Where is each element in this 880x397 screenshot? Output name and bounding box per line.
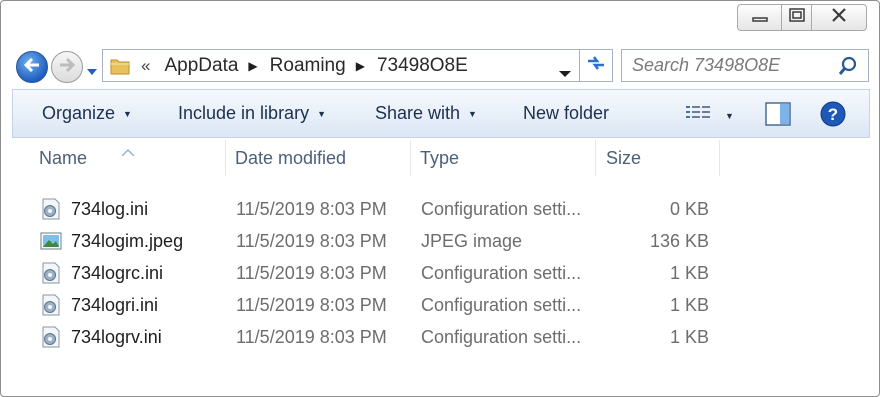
include-in-library-label: Include in library [178,103,310,123]
file-name[interactable]: 734logrv.ini [71,327,162,348]
caret-down-icon: ▼ [317,108,326,119]
column-divider[interactable] [225,140,226,176]
file-name[interactable]: 734logri.ini [71,295,158,316]
recent-pages-dropdown[interactable] [87,63,97,75]
new-folder-label: New folder [523,103,610,123]
svg-text:?: ? [828,105,838,124]
column-divider[interactable] [719,140,720,176]
organize-button[interactable]: Organize ▼ [42,90,132,137]
minimize-icon [751,9,768,27]
organize-label: Organize [42,103,116,123]
explorer-window: « AppData ▶ Roaming ▶ 73498O8E Search 73… [0,0,880,397]
column-divider[interactable] [410,140,411,176]
file-row[interactable]: 734logrc.ini 11/5/2019 8:03 PM Configura… [12,257,870,289]
file-type: Configuration setti... [421,262,582,283]
config-file-icon [40,198,62,220]
column-header-size[interactable]: Size [606,138,641,178]
forward-button[interactable] [51,51,83,83]
config-file-icon [40,326,62,348]
help-button[interactable]: ? [820,101,846,132]
jpeg-file-icon [40,230,62,252]
close-icon [830,7,848,28]
column-header-type[interactable]: Type [420,138,459,178]
file-row[interactable]: 734logrv.ini 11/5/2019 8:03 PM Configura… [12,321,870,353]
file-row[interactable]: 734logim.jpeg 11/5/2019 8:03 PM JPEG ima… [12,225,870,257]
column-header-date-modified[interactable]: Date modified [235,138,346,178]
file-date: 11/5/2019 8:03 PM [236,198,387,219]
caret-down-icon: ▼ [468,108,477,119]
file-name[interactable]: 734logim.jpeg [71,231,183,252]
file-date: 11/5/2019 8:03 PM [236,230,387,251]
refresh-button[interactable] [580,49,613,82]
column-headers: Name Date modified Type Size [12,138,870,178]
folder-icon [109,55,131,77]
file-list: 734log.ini 11/5/2019 8:03 PM Configurati… [12,193,870,353]
breadcrumb-separator-icon[interactable]: ▶ [356,59,365,73]
details-view-icon [685,103,711,128]
file-row[interactable]: 734logri.ini 11/5/2019 8:03 PM Configura… [12,289,870,321]
arrow-right-icon [58,57,76,78]
file-size: 1 KB [669,294,709,315]
column-divider[interactable] [595,140,596,176]
file-date: 11/5/2019 8:03 PM [236,326,387,347]
caret-down-icon[interactable]: ▼ [725,111,734,121]
chevron-down-icon [87,63,97,80]
preview-pane-button[interactable] [765,102,791,131]
caret-down-icon: ▼ [123,108,132,119]
breadcrumb-separator-icon[interactable]: ▶ [248,59,257,73]
breadcrumb-current-folder[interactable]: 73498O8E [377,55,468,77]
close-button[interactable] [811,4,867,31]
file-name[interactable]: 734logrc.ini [71,263,163,284]
breadcrumb-appdata[interactable]: AppData [164,55,238,77]
share-with-label: Share with [375,103,461,123]
file-row[interactable]: 734log.ini 11/5/2019 8:03 PM Configurati… [12,193,870,225]
arrow-left-icon [23,57,41,78]
address-dropdown-icon[interactable] [559,62,571,84]
help-icon: ? [820,101,846,131]
file-size: 1 KB [669,326,709,347]
file-type: Configuration setti... [421,326,582,347]
change-view-button[interactable]: ▼ [685,103,734,128]
file-date: 11/5/2019 8:03 PM [236,262,387,283]
sort-ascending-icon [121,140,135,161]
restore-button[interactable] [781,4,811,31]
config-file-icon [40,294,62,316]
preview-pane-icon [765,102,791,130]
command-bar: Organize ▼ Include in library ▼ Share wi… [12,89,870,138]
breadcrumb-roaming[interactable]: Roaming [270,55,346,77]
file-size: 0 KB [669,198,709,219]
minimize-button[interactable] [737,4,781,31]
search-box[interactable]: Search 73498O8E [621,49,869,82]
search-placeholder: Search 73498O8E [632,55,781,75]
file-date: 11/5/2019 8:03 PM [236,294,387,315]
search-icon[interactable] [838,56,858,81]
breadcrumb-overflow[interactable]: « [141,56,150,76]
file-size: 1 KB [669,262,709,283]
file-type: Configuration setti... [421,294,582,315]
file-type: JPEG image [421,230,523,251]
caption-buttons [737,4,867,31]
new-folder-button[interactable]: New folder [523,90,609,137]
share-with-button[interactable]: Share with ▼ [375,90,477,137]
address-bar[interactable]: « AppData ▶ Roaming ▶ 73498O8E [102,49,580,82]
include-in-library-button[interactable]: Include in library ▼ [178,90,326,137]
file-size: 136 KB [649,230,709,251]
file-name[interactable]: 734log.ini [71,199,148,220]
config-file-icon [40,262,62,284]
file-type: Configuration setti... [421,198,582,219]
column-header-name[interactable]: Name [39,138,87,178]
restore-icon [788,7,806,28]
refresh-icon [585,53,607,78]
back-button[interactable] [16,51,48,83]
